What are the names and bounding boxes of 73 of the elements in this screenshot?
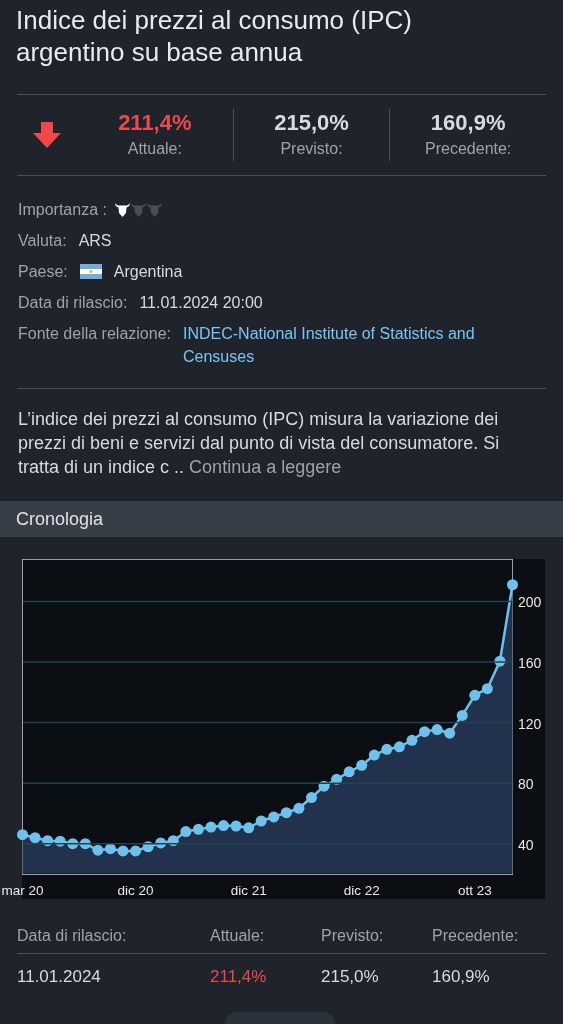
column-header: Precedente: — [432, 926, 520, 946]
y-tick-label: 80 — [518, 776, 534, 793]
point — [268, 811, 280, 823]
source-link[interactable]: INDEC-National Institute of Statistics and Censuses — [183, 322, 483, 368]
point — [130, 845, 142, 857]
previous-label: Precedente: — [425, 139, 512, 159]
y-tick-label: 200 — [518, 594, 542, 611]
point — [293, 802, 305, 814]
flag-icon — [79, 264, 102, 279]
x-tick-label: dic 21 — [230, 883, 267, 898]
point — [218, 820, 230, 832]
point — [469, 689, 481, 701]
bull-icon — [146, 202, 162, 217]
point — [444, 727, 456, 739]
importance-label: Importanza : — [18, 200, 107, 220]
x-tick-label: mar 20 — [1, 883, 44, 898]
previous-value: 160,9% — [430, 109, 506, 137]
point — [180, 826, 192, 838]
point — [17, 829, 28, 841]
point — [167, 835, 179, 847]
point — [205, 821, 217, 833]
point — [230, 820, 242, 832]
column-header: Previsto: — [321, 926, 385, 946]
point — [343, 766, 355, 778]
point — [29, 832, 41, 844]
bull-icon — [114, 202, 130, 217]
x-tick-label: ott 23 — [457, 883, 492, 898]
point — [42, 835, 54, 847]
currency-value: ARS — [78, 231, 112, 251]
bull-icon — [130, 202, 146, 217]
release-value: 11.01.2024 20:00 — [139, 293, 263, 313]
point — [356, 759, 368, 771]
country-value: Argentina — [113, 262, 183, 282]
x-tick-label: dic 22 — [343, 883, 380, 898]
table-cell-text: 211,4% — [210, 966, 268, 989]
point — [117, 845, 129, 857]
source-label: Fonte della relazione: — [18, 324, 171, 344]
point — [381, 743, 393, 755]
table-cell-text: 160,9% — [432, 966, 491, 989]
table-cell-text: 215,0% — [321, 966, 380, 989]
column-header: Attuale: — [210, 926, 266, 946]
actual-label: Attuale: — [127, 139, 182, 159]
description-text: L’indice dei prezzi al consumo (IPC) misura la variazione dei prezzi di beni e servizi dal punto di vista del consumatore. Si tratta di un indice c .. Continua a leggere — [17, 408, 501, 479]
point — [419, 726, 431, 738]
point — [280, 807, 292, 819]
y-tick-label: 160 — [518, 655, 542, 671]
point — [481, 683, 493, 695]
page-title: Indice dei prezzi al consumo (IPC) argentino su base annua — [15, 4, 413, 68]
point — [393, 741, 405, 753]
point — [305, 792, 317, 804]
point — [406, 734, 418, 746]
point — [431, 724, 443, 736]
point — [507, 579, 518, 591]
release-label: Data di rilascio: — [18, 293, 128, 313]
country-label: Paese: — [18, 262, 68, 282]
section-header: Cronologia — [0, 501, 563, 537]
point — [255, 815, 267, 827]
point — [92, 844, 104, 856]
actual-value: 211,4% — [118, 109, 192, 137]
forecast-value: 215,0% — [274, 109, 349, 137]
read-more-link[interactable]: Continua a leggere — [189, 457, 342, 477]
column-header: Data di rilascio: — [17, 926, 128, 946]
point — [368, 749, 380, 761]
table-cell-text: 11.01.2024 — [17, 966, 102, 989]
point — [104, 843, 116, 855]
forecast-label: Previsto: — [280, 139, 343, 159]
y-tick-label: 120 — [518, 715, 542, 732]
x-tick-label: dic 20 — [117, 883, 154, 898]
point — [192, 823, 204, 835]
currency-label: Valuta: — [18, 231, 67, 251]
point — [243, 822, 255, 834]
point — [456, 709, 468, 721]
y-tick-label: 40 — [518, 836, 534, 853]
